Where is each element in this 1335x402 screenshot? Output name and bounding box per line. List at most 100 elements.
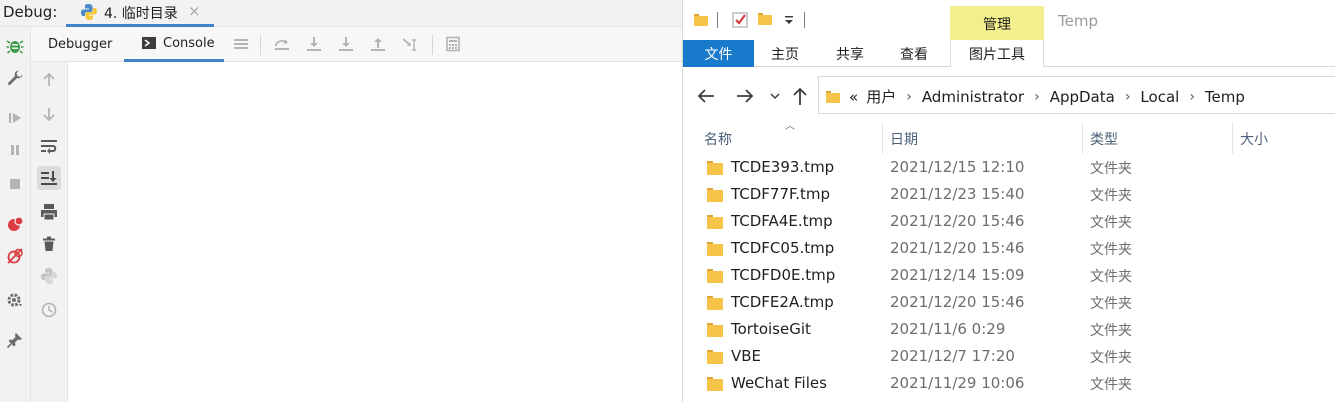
file-date: 2021/11/6 0:29 bbox=[890, 320, 1006, 338]
forward-arrow-icon[interactable] bbox=[735, 87, 755, 105]
run-to-cursor-button[interactable] bbox=[400, 34, 420, 54]
window-title: Temp bbox=[1058, 12, 1098, 30]
print-button[interactable] bbox=[37, 200, 61, 224]
file-date: 2021/12/7 17:20 bbox=[890, 347, 1015, 365]
layout-menu-button[interactable] bbox=[231, 34, 251, 54]
execution-point-icon bbox=[275, 39, 289, 50]
list-item[interactable]: TCDFC05.tmp 2021/12/20 15:46 文件夹 bbox=[683, 235, 1335, 262]
soft-wrap-button[interactable] bbox=[37, 134, 61, 158]
step-over-button[interactable] bbox=[304, 34, 324, 54]
printer-icon bbox=[41, 204, 57, 221]
step-out-button[interactable] bbox=[368, 34, 388, 54]
calculator-icon bbox=[446, 36, 460, 52]
folder-icon bbox=[694, 14, 708, 26]
breadcrumb-item[interactable]: Local bbox=[1140, 88, 1179, 106]
scroll-to-end-button[interactable] bbox=[37, 166, 61, 190]
back-arrow-icon[interactable] bbox=[696, 87, 716, 105]
column-header-date[interactable]: 日期 bbox=[890, 129, 918, 149]
list-item[interactable]: TortoiseGit 2021/11/6 0:29 文件夹 bbox=[683, 316, 1335, 343]
step-into-button[interactable] bbox=[336, 34, 356, 54]
up-stack-button[interactable] bbox=[37, 68, 61, 92]
resume-button[interactable] bbox=[4, 107, 26, 129]
column-divider[interactable] bbox=[1232, 122, 1233, 154]
chevron-right-icon[interactable]: › bbox=[906, 89, 912, 105]
file-date: 2021/12/23 15:40 bbox=[890, 185, 1025, 203]
file-name: TCDFA4E.tmp bbox=[731, 212, 833, 230]
show-execution-point-button[interactable] bbox=[272, 34, 292, 54]
history-button[interactable] bbox=[37, 298, 61, 322]
tab-view[interactable]: 查看 bbox=[883, 40, 945, 67]
breadcrumb-item[interactable]: Temp bbox=[1205, 88, 1245, 106]
column-divider[interactable] bbox=[1082, 122, 1083, 154]
tab-debugger[interactable]: Debugger bbox=[48, 27, 112, 62]
tab-close-icon[interactable]: × bbox=[188, 2, 201, 20]
mute-breakpoints-button[interactable] bbox=[4, 245, 26, 267]
step-into-my-code-icon bbox=[339, 37, 353, 51]
tab-console-label: Console bbox=[163, 35, 215, 51]
breadcrumb-overflow[interactable]: « bbox=[849, 88, 858, 106]
file-type: 文件夹 bbox=[1090, 323, 1132, 339]
chevron-right-icon[interactable]: › bbox=[1189, 89, 1195, 105]
python-console-button[interactable] bbox=[37, 264, 61, 288]
new-folder-button[interactable] bbox=[757, 11, 775, 29]
console-icon bbox=[142, 37, 156, 49]
wrench-icon bbox=[7, 70, 23, 86]
clock-icon bbox=[41, 302, 57, 318]
tab-picture-tools[interactable]: 图片工具 bbox=[950, 40, 1044, 67]
file-type: 文件夹 bbox=[1090, 350, 1132, 366]
context-tab-group[interactable]: 管理 bbox=[950, 6, 1044, 40]
pin-tab-button[interactable] bbox=[4, 329, 26, 351]
down-stack-button[interactable] bbox=[37, 102, 61, 126]
tab-console[interactable]: Console bbox=[124, 27, 224, 62]
file-type: 文件夹 bbox=[1090, 269, 1132, 285]
breadcrumb-item[interactable]: Administrator bbox=[922, 88, 1024, 106]
file-name: VBE bbox=[731, 347, 762, 365]
breadcrumb-item[interactable]: AppData bbox=[1050, 88, 1115, 106]
column-header-type[interactable]: 类型 bbox=[1090, 129, 1118, 149]
stop-button[interactable] bbox=[4, 173, 26, 195]
console-output[interactable] bbox=[68, 62, 682, 402]
list-item[interactable]: WeChat Files 2021/11/29 10:06 文件夹 bbox=[683, 370, 1335, 397]
list-item[interactable]: TCDFD0E.tmp 2021/12/14 15:09 文件夹 bbox=[683, 262, 1335, 289]
breadcrumb-item[interactable]: 用户 bbox=[866, 86, 896, 107]
tab-home[interactable]: 主页 bbox=[754, 40, 816, 67]
debug-settings-button[interactable] bbox=[4, 289, 26, 311]
rerun-debug-button[interactable] bbox=[4, 35, 26, 57]
evaluate-expression-button[interactable] bbox=[443, 34, 463, 54]
clear-all-button[interactable] bbox=[37, 232, 61, 256]
qat-separator bbox=[804, 12, 805, 28]
customize-qat-button[interactable] bbox=[783, 13, 795, 27]
list-item[interactable]: TCDE393.tmp 2021/12/15 12:10 文件夹 bbox=[683, 154, 1335, 181]
list-item[interactable]: VBE 2021/12/7 17:20 文件夹 bbox=[683, 343, 1335, 370]
tab-file[interactable]: 文件 bbox=[683, 40, 754, 67]
chevron-right-icon[interactable]: › bbox=[1034, 89, 1040, 105]
list-item[interactable]: TCDF77F.tmp 2021/12/23 15:40 文件夹 bbox=[683, 181, 1335, 208]
recent-locations-chevron-icon[interactable] bbox=[769, 91, 781, 101]
file-date: 2021/12/20 15:46 bbox=[890, 212, 1025, 230]
list-item[interactable]: TCDFE2A.tmp 2021/12/20 15:46 文件夹 bbox=[683, 289, 1335, 316]
properties-button[interactable] bbox=[731, 11, 749, 29]
chevron-right-icon[interactable]: › bbox=[1125, 89, 1131, 105]
ide-debug-panel: Debug: 4. 临时目录 × Debugger Console bbox=[0, 0, 682, 402]
soft-wrap-icon bbox=[41, 140, 57, 154]
up-arrow-icon[interactable] bbox=[791, 86, 809, 106]
folder-icon bbox=[707, 350, 723, 364]
settings-button[interactable] bbox=[4, 67, 26, 89]
file-explorer-window: 管理 Temp 文件 主页 共享 查看 图片工具 « 用户 › Administ… bbox=[682, 0, 1335, 402]
address-bar[interactable]: « 用户 › Administrator › AppData › Local ›… bbox=[818, 76, 1335, 114]
file-type: 文件夹 bbox=[1090, 188, 1132, 204]
file-list: TCDE393.tmp 2021/12/15 12:10 文件夹 TCDF77F.tm… bbox=[683, 154, 1335, 402]
view-breakpoints-button[interactable] bbox=[4, 213, 26, 235]
pause-button[interactable] bbox=[4, 139, 26, 161]
list-item[interactable]: TCDFA4E.tmp 2021/12/20 15:46 文件夹 bbox=[683, 208, 1335, 235]
tab-share[interactable]: 共享 bbox=[819, 40, 881, 67]
toolbar-separator bbox=[432, 35, 433, 55]
debug-tool-window-header: Debug: 4. 临时目录 × bbox=[0, 0, 682, 27]
column-header-name[interactable]: 名称 bbox=[704, 129, 732, 149]
step-into-icon bbox=[307, 37, 321, 51]
quick-access-toolbar: 管理 Temp bbox=[683, 0, 1335, 40]
column-divider[interactable] bbox=[882, 122, 883, 154]
ribbon-tabs: 文件 主页 共享 查看 图片工具 bbox=[683, 40, 1335, 67]
run-config-tab[interactable]: 4. 临时目录 × bbox=[66, 0, 214, 27]
column-header-size[interactable]: 大小 bbox=[1240, 129, 1268, 149]
